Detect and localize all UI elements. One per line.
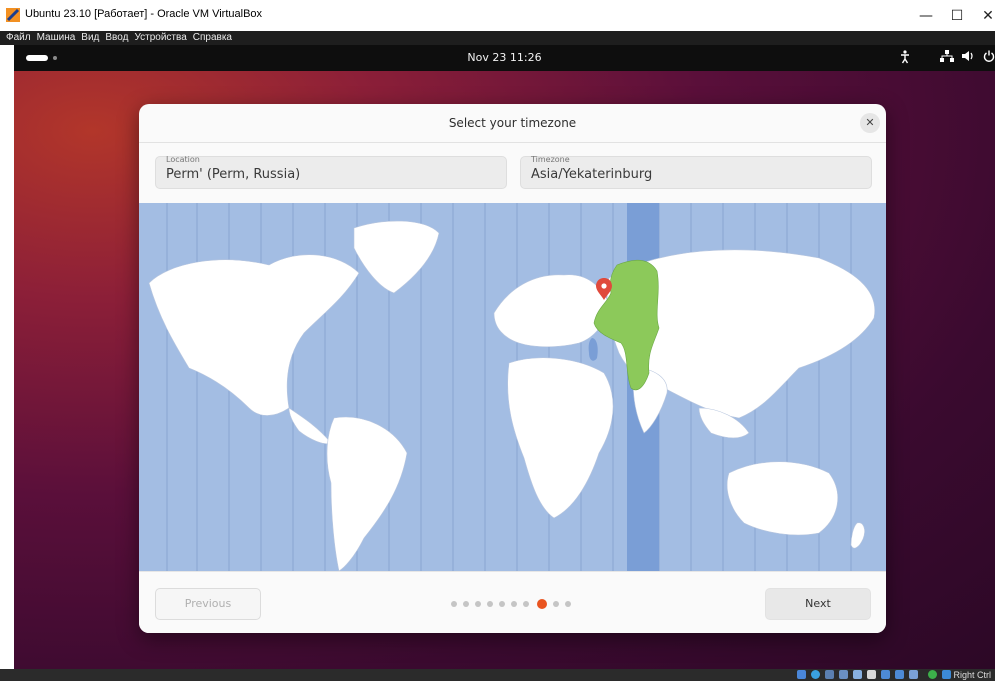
guest-additions-icon[interactable] xyxy=(928,670,937,679)
optical-drive-icon[interactable] xyxy=(811,670,820,679)
location-label: Location xyxy=(166,155,200,164)
timezone-value: Asia/Yekaterinburg xyxy=(531,167,653,182)
progress-dot xyxy=(511,601,517,607)
menu-devices[interactable]: Устройства xyxy=(134,31,186,45)
menu-view[interactable]: Вид xyxy=(81,31,99,45)
europe xyxy=(493,274,610,348)
clock[interactable]: Nov 23 11:26 xyxy=(14,51,995,64)
dialog-title: Select your timezone xyxy=(448,116,577,130)
progress-dot xyxy=(463,601,469,607)
timezone-dialog: Select your timezone ✕ Location Perm' (P… xyxy=(139,104,886,633)
virtualbox-titlebar: Ubuntu 23.10 [Работает] - Oracle VM Virt… xyxy=(0,0,995,31)
dialog-footer: Previous Next xyxy=(139,571,886,633)
australia xyxy=(726,461,838,536)
progress-dot xyxy=(565,601,571,607)
window-title: Ubuntu 23.10 [Работает] - Oracle VM Virt… xyxy=(25,8,263,20)
menu-file[interactable]: Файл xyxy=(6,31,31,45)
south-america xyxy=(326,416,408,571)
virtualbox-status-bar: Right Ctrl xyxy=(0,669,995,681)
world-map-graphic xyxy=(148,203,876,571)
progress-dot xyxy=(523,601,529,607)
host-key-label: Right Ctrl xyxy=(953,670,991,680)
maximize-button[interactable]: ☐ xyxy=(944,4,970,28)
next-button[interactable]: Next xyxy=(765,588,871,620)
dialog-header: Select your timezone ✕ xyxy=(139,104,886,143)
timezone-field[interactable]: Timezone Asia/Yekaterinburg xyxy=(520,155,872,189)
north-america xyxy=(148,254,360,416)
network-adapter-icon[interactable] xyxy=(839,670,848,679)
vm-left-border xyxy=(0,45,14,669)
mouse-integration-icon[interactable] xyxy=(942,670,951,679)
timezone-label: Timezone xyxy=(531,155,570,164)
location-field[interactable]: Location Perm' (Perm, Russia) xyxy=(155,155,507,189)
new-zealand xyxy=(850,522,865,549)
minimize-button[interactable]: — xyxy=(913,4,939,28)
progress-dot xyxy=(475,601,481,607)
greenland xyxy=(353,220,440,294)
location-value: Perm' (Perm, Russia) xyxy=(166,167,301,182)
progress-dot xyxy=(451,601,457,607)
timezone-map[interactable] xyxy=(139,203,886,571)
display-icon[interactable] xyxy=(881,670,890,679)
progress-dot xyxy=(487,601,493,607)
progress-dot xyxy=(553,601,559,607)
shared-folders-icon[interactable] xyxy=(867,670,876,679)
virtualbox-menubar: Файл Машина Вид Ввод Устройства Справка xyxy=(0,31,995,45)
accessibility-icon[interactable] xyxy=(900,50,910,64)
close-window-button[interactable]: ✕ xyxy=(975,4,995,28)
close-icon: ✕ xyxy=(865,116,875,129)
africa xyxy=(507,357,614,519)
cpu-icon[interactable] xyxy=(909,670,918,679)
progress-dot-current xyxy=(537,599,547,609)
caspian-sea xyxy=(588,338,598,361)
previous-button[interactable]: Previous xyxy=(155,588,261,620)
gnome-top-bar: Nov 23 11:26 xyxy=(14,45,995,71)
network-icon[interactable] xyxy=(940,50,954,62)
menu-help[interactable]: Справка xyxy=(193,31,232,45)
audio-icon[interactable] xyxy=(825,670,834,679)
volume-icon[interactable] xyxy=(961,50,975,62)
menu-input[interactable]: Ввод xyxy=(105,31,128,45)
dialog-close-button[interactable]: ✕ xyxy=(860,113,880,133)
hard-disk-icon[interactable] xyxy=(797,670,806,679)
usb-icon[interactable] xyxy=(853,670,862,679)
recording-icon[interactable] xyxy=(895,670,904,679)
menu-machine[interactable]: Машина xyxy=(37,31,76,45)
virtualbox-app-icon xyxy=(6,8,20,22)
power-icon[interactable] xyxy=(983,50,995,62)
progress-dot xyxy=(499,601,505,607)
